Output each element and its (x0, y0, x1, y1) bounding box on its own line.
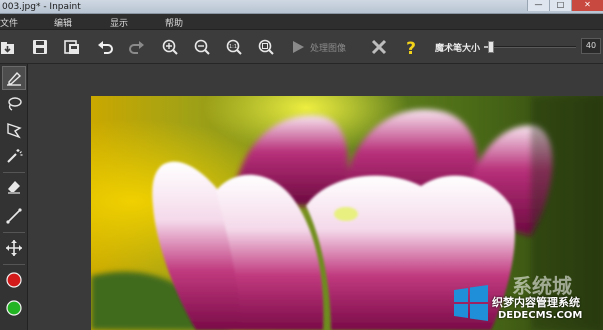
save-as-icon[interactable] (61, 36, 83, 58)
tool-panel (0, 64, 28, 330)
tool-separator (3, 232, 25, 233)
eraser-icon[interactable] (2, 174, 26, 198)
polygon-lasso-icon[interactable] (2, 118, 26, 142)
window-controls: — □ ✕ (527, 0, 603, 11)
watermark: 系统城 织梦内容管理系统 DEDECMS.COM (452, 270, 602, 330)
title-bar: 003.jpg* - Inpaint — □ ✕ (0, 0, 603, 14)
open-icon[interactable] (0, 36, 18, 58)
close-button[interactable]: ✕ (571, 0, 603, 11)
zoom-out-icon[interactable] (191, 36, 213, 58)
menu-view[interactable]: 显示 (110, 16, 128, 29)
move-icon[interactable] (2, 236, 26, 260)
play-icon (293, 41, 304, 53)
green-marker[interactable] (2, 296, 26, 320)
window-title: 003.jpg* - Inpaint (2, 2, 81, 12)
brush-size-label: 魔术笔大小 (435, 44, 481, 54)
minimize-button[interactable]: — (527, 0, 549, 11)
slider-thumb[interactable] (488, 41, 495, 53)
fit-window-icon[interactable] (255, 36, 277, 58)
zoom-in-icon[interactable] (159, 36, 181, 58)
process-image-button[interactable]: 处理图像 (290, 36, 346, 58)
brush-size-input[interactable]: 40 (581, 38, 601, 54)
watermark-domain: DEDECMS.COM (498, 310, 583, 321)
help-icon[interactable]: ? (400, 36, 422, 58)
menu-bar: 文件 编辑 显示 帮助 (0, 14, 603, 30)
magic-wand-icon[interactable] (2, 144, 26, 168)
undo-icon[interactable] (94, 36, 116, 58)
line-icon[interactable] (2, 204, 26, 228)
toolbar: 1:1 处理图像 ? 魔术笔大小 40 (0, 30, 603, 64)
process-image-label: 处理图像 (310, 43, 347, 54)
marker-icon[interactable] (2, 66, 26, 90)
slider-track (484, 46, 576, 48)
red-marker[interactable] (2, 268, 26, 292)
cancel-icon[interactable] (368, 36, 390, 58)
watermark-tagline: 织梦内容管理系统 (492, 296, 580, 309)
svg-text:1:1: 1:1 (229, 44, 237, 50)
lasso-icon[interactable] (2, 92, 26, 116)
redo-icon[interactable] (126, 36, 148, 58)
windows-logo (454, 285, 488, 321)
inpaint-window: 003.jpg* - Inpaint — □ ✕ 文件 编辑 显示 帮助 1:1… (0, 0, 603, 330)
actual-size-icon[interactable]: 1:1 (223, 36, 245, 58)
maximize-button[interactable]: □ (549, 0, 571, 11)
menu-file[interactable]: 文件 (0, 16, 18, 29)
svg-text:?: ? (406, 39, 416, 56)
brush-size-slider[interactable] (484, 41, 576, 53)
tool-separator (3, 264, 25, 265)
save-icon[interactable] (29, 36, 51, 58)
tool-separator (3, 172, 25, 173)
menu-edit[interactable]: 编辑 (54, 16, 72, 29)
menu-help[interactable]: 帮助 (165, 16, 183, 29)
